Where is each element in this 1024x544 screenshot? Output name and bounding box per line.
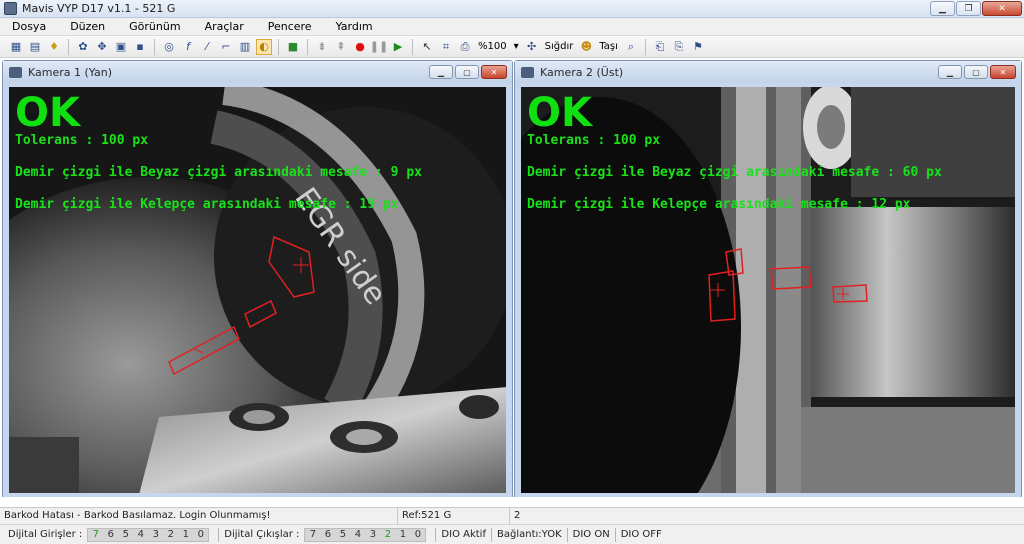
measure-icon[interactable]: ⌐ bbox=[218, 39, 234, 55]
dio-off-button[interactable]: DIO OFF bbox=[621, 529, 662, 540]
input-bit: 2 bbox=[167, 529, 174, 540]
live-icon[interactable]: ◐ bbox=[256, 38, 272, 55]
bulb-icon[interactable]: ♦ bbox=[46, 39, 62, 55]
camera-icon bbox=[521, 66, 534, 78]
document-icon[interactable]: ▥ bbox=[237, 39, 253, 55]
print-icon[interactable]: ⎗ bbox=[652, 39, 668, 55]
digital-inputs-label: Dijital Girişler : bbox=[8, 529, 83, 540]
search-icon[interactable]: ⌕ bbox=[623, 39, 639, 55]
zoom-page-icon[interactable]: ⎙ bbox=[457, 39, 473, 55]
record-icon[interactable]: ● bbox=[352, 39, 368, 55]
inspect-icon[interactable]: ◎ bbox=[161, 39, 177, 55]
menu-pencere[interactable]: Pencere bbox=[256, 18, 324, 36]
step-icon[interactable]: ⇟ bbox=[314, 39, 330, 55]
output-bit: 4 bbox=[354, 529, 362, 540]
pause-icon[interactable]: ❚❚ bbox=[370, 39, 388, 55]
network-icon[interactable]: ⚑ bbox=[690, 39, 706, 55]
digital-outputs-label: Dijital Çıkışlar : bbox=[224, 529, 300, 540]
hand-icon[interactable]: ☻ bbox=[578, 39, 594, 55]
input-bit: 6 bbox=[107, 529, 114, 540]
camera-1-image[interactable]: EGR side OK Tolerans : 100 px Demir çizg… bbox=[9, 87, 506, 493]
camera-1-title: Kamera 1 (Yan) bbox=[28, 65, 112, 79]
play-icon[interactable]: ▶ bbox=[390, 39, 406, 55]
menu-gorunum[interactable]: Görünüm bbox=[117, 18, 192, 36]
status-count: 2 bbox=[514, 510, 521, 521]
camera-2-maximize-button[interactable]: ▢ bbox=[964, 65, 988, 79]
close-button[interactable]: ✕ bbox=[982, 1, 1022, 16]
camera-1-window[interactable]: Kamera 1 (Yan) ▁ ▢ ✕ EGR side OK Toleran… bbox=[2, 60, 513, 500]
output-bit: 3 bbox=[369, 529, 377, 540]
report-icon[interactable]: ▤ bbox=[27, 39, 43, 55]
camera-icon bbox=[9, 66, 22, 78]
crop-icon[interactable]: ⌗ bbox=[438, 39, 454, 55]
menu-duzen[interactable]: Düzen bbox=[58, 18, 117, 36]
title-bar: Mavis VYP D17 v1.1 - 521 G ▁ ❐ ✕ bbox=[0, 0, 1024, 18]
tools-icon[interactable]: ✥ bbox=[94, 39, 110, 55]
toolbar: ▦ ▤ ♦ ✿ ✥ ▣ ▪ ◎ f ⁄ ⌐ ▥ ◐ ■ ⇟ ⇞ ● ❚❚ ▶ ↖… bbox=[0, 36, 1024, 58]
camera-2-window[interactable]: Kamera 2 (Üst) ▁ ▢ ✕ OK Tolerans: 100 p… bbox=[514, 60, 1022, 500]
book-icon[interactable]: ■ bbox=[285, 39, 301, 55]
save-icon[interactable]: ▪ bbox=[132, 39, 148, 55]
connection-status: Bağlantı:YOK bbox=[496, 529, 562, 540]
camera-1-result: OK bbox=[15, 90, 80, 136]
move-button[interactable]: Taşı bbox=[597, 41, 620, 52]
output-bit: 5 bbox=[339, 529, 347, 540]
menu-yardim[interactable]: Yardım bbox=[324, 18, 385, 36]
input-bit: 4 bbox=[137, 529, 144, 540]
camera-2-image[interactable]: OK Tolerans : 100 px Demir çizgi ile Bey… bbox=[521, 87, 1015, 493]
input-bit: 1 bbox=[182, 529, 189, 540]
camera-2-tolerance: Tolerans : 100 px bbox=[527, 133, 661, 148]
camera-1-measure-white: Demir çizgi ile Beyaz çizgi arasındaki m… bbox=[15, 165, 422, 180]
pointer-icon[interactable]: ↖ bbox=[419, 39, 435, 55]
zoom-dropdown-icon[interactable]: ▾ bbox=[512, 41, 521, 52]
output-bit: 1 bbox=[399, 529, 407, 540]
dio-on-button[interactable]: DIO ON bbox=[573, 529, 610, 540]
camera-2-result: OK bbox=[527, 90, 592, 136]
digital-inputs: 7 6 5 4 3 2 1 0 bbox=[87, 527, 210, 542]
printer-setup-icon[interactable]: ⎘ bbox=[671, 39, 687, 55]
camera-2-measure-white: Demir çizgi ile Beyaz çizgi arasındaki m… bbox=[527, 165, 942, 180]
output-bit: 7 bbox=[309, 529, 317, 540]
camera-1-close-button[interactable]: ✕ bbox=[481, 65, 507, 79]
camera-2-measure-clamp: Demir çizgi ile Kelepçe arasındaki mesaf… bbox=[527, 197, 911, 212]
status-message: Barkod Hatası - Barkod Basılamaz. Login … bbox=[0, 508, 398, 525]
pipette-icon[interactable]: ⁄ bbox=[199, 39, 215, 55]
function-icon[interactable]: f bbox=[180, 39, 196, 55]
camera-2-minimize-button[interactable]: ▁ bbox=[938, 65, 962, 79]
input-bit: 5 bbox=[122, 529, 129, 540]
camera-1-measure-clamp: Demir çizgi ile Kelepçe arasındaki mesaf… bbox=[15, 197, 399, 212]
output-bit: 6 bbox=[324, 529, 332, 540]
menu-bar: Dosya Düzen Görünüm Araçlar Pencere Yard… bbox=[0, 18, 1024, 36]
input-bit: 0 bbox=[197, 529, 204, 540]
camera-1-tolerance: Tolerans : 100 px bbox=[15, 133, 149, 148]
camera-1-maximize-button[interactable]: ▢ bbox=[455, 65, 479, 79]
output-bit: 0 bbox=[414, 529, 422, 540]
window-title: Mavis VYP D17 v1.1 - 521 G bbox=[22, 2, 176, 15]
fit-button[interactable]: Sığdır bbox=[543, 41, 576, 52]
status-bar: Barkod Hatası - Barkod Basılamaz. Login … bbox=[0, 507, 1024, 525]
step-back-icon[interactable]: ⇞ bbox=[333, 39, 349, 55]
input-bit: 3 bbox=[152, 529, 159, 540]
menu-dosya[interactable]: Dosya bbox=[0, 18, 58, 36]
zoom-level[interactable]: %100 bbox=[476, 41, 509, 52]
menu-araclar[interactable]: Araçlar bbox=[193, 18, 256, 36]
workspace-background bbox=[0, 497, 1024, 507]
fit-icon[interactable]: ✣ bbox=[524, 39, 540, 55]
app-icon bbox=[4, 2, 17, 15]
camera-1-minimize-button[interactable]: ▁ bbox=[429, 65, 453, 79]
settings-icon[interactable]: ✿ bbox=[75, 39, 91, 55]
digital-outputs: 7 6 5 4 3 2 1 0 bbox=[304, 527, 427, 542]
dio-active-status: DIO Aktif bbox=[441, 529, 486, 540]
minimize-button[interactable]: ▁ bbox=[930, 1, 955, 16]
restore-button[interactable]: ❐ bbox=[956, 1, 981, 16]
camera-2-close-button[interactable]: ✕ bbox=[990, 65, 1016, 79]
io-status-bar: Dijital Girişler : 7 6 5 4 3 2 1 0 Dijit… bbox=[0, 524, 1024, 544]
output-bit: 2 bbox=[384, 529, 392, 540]
grid-icon[interactable]: ▦ bbox=[8, 39, 24, 55]
input-bit: 7 bbox=[92, 529, 99, 540]
status-ref: Ref:521 G bbox=[398, 508, 510, 525]
camera-2-title: Kamera 2 (Üst) bbox=[540, 65, 624, 79]
image-icon[interactable]: ▣ bbox=[113, 39, 129, 55]
